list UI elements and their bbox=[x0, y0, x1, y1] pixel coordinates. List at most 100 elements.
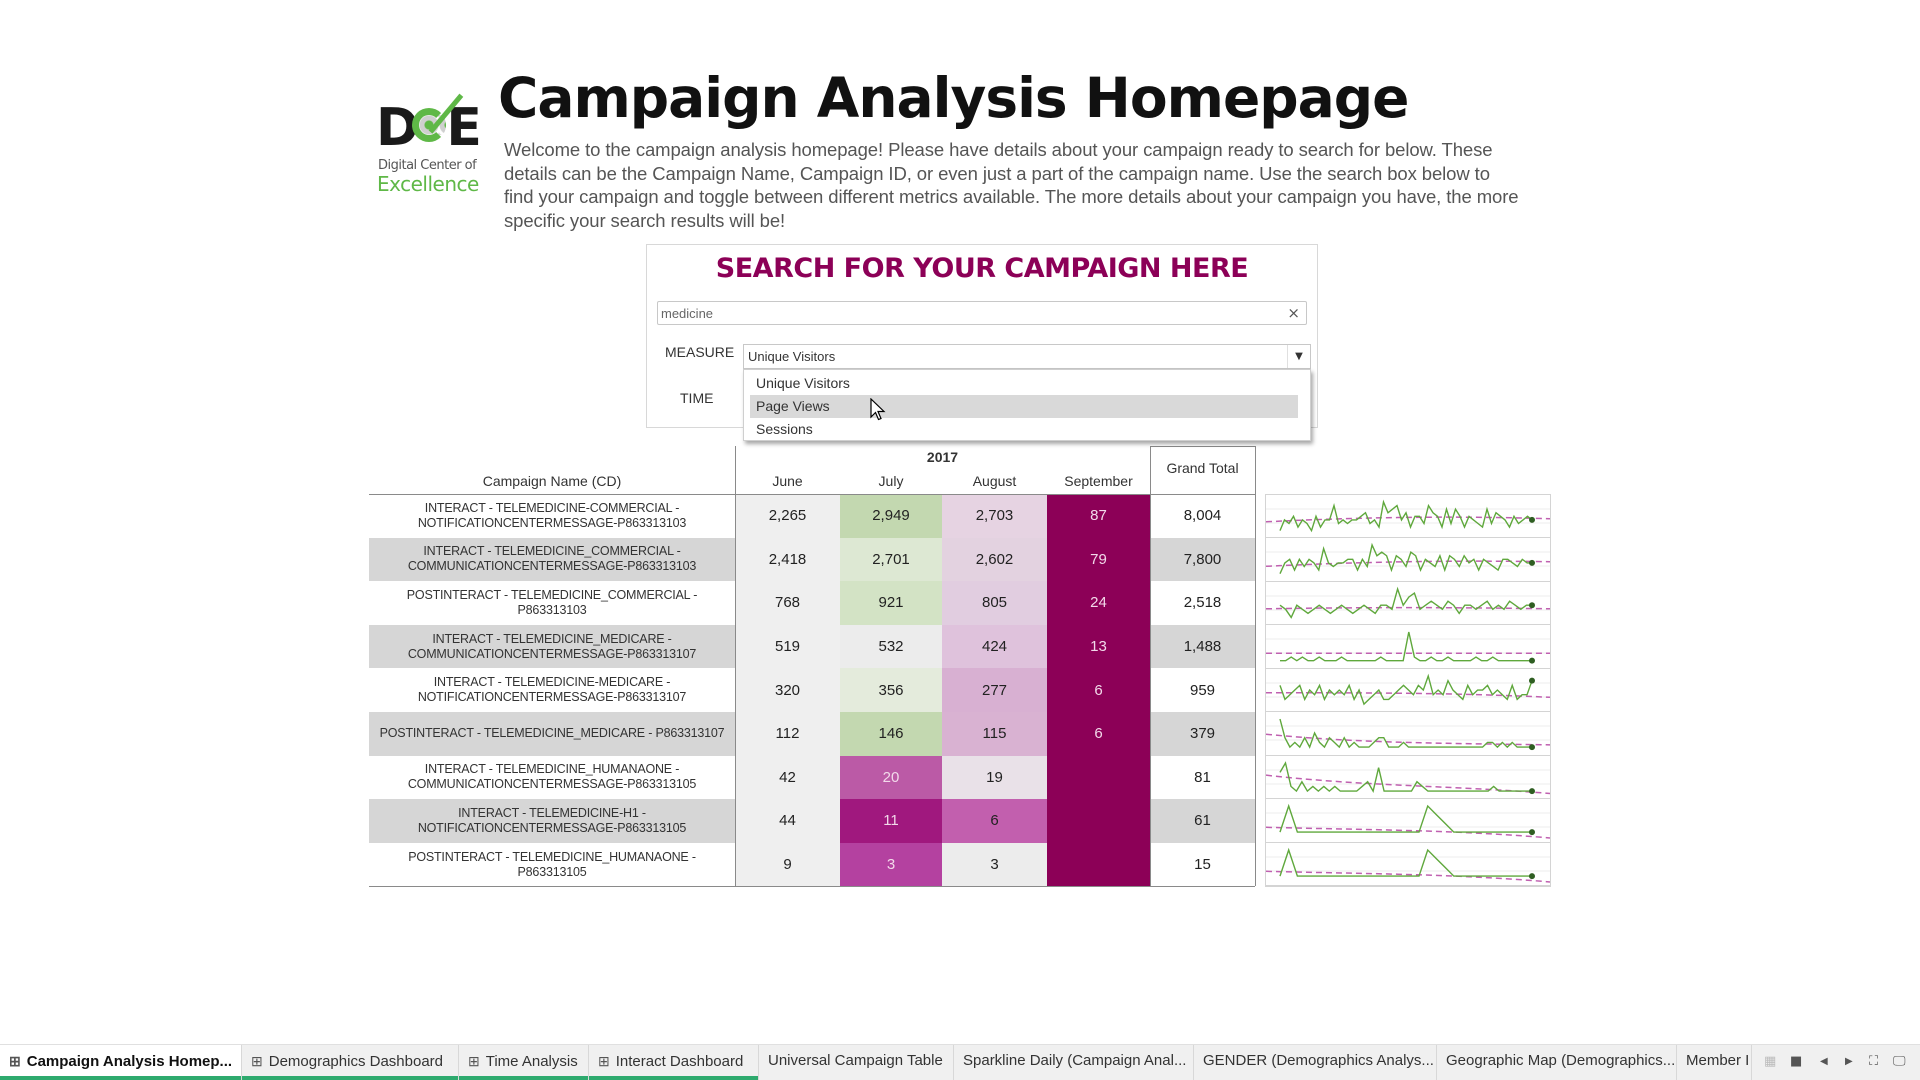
month-value-cell[interactable]: 112 bbox=[735, 712, 840, 756]
measure-dropdown[interactable]: Unique Visitors ▼ bbox=[743, 344, 1311, 369]
month-value-cell[interactable]: 519 bbox=[735, 624, 840, 669]
month-value-cell[interactable]: 356 bbox=[840, 668, 942, 712]
sparkline[interactable] bbox=[1266, 495, 1550, 539]
tab-member-i[interactable]: Member I bbox=[1677, 1045, 1752, 1080]
campaign-name-cell[interactable]: INTERACT - TELEMEDICINE_COMMERCIAL - COMM… bbox=[369, 538, 735, 582]
month-value-cell[interactable]: 11 bbox=[840, 799, 942, 843]
campaign-name-cell[interactable]: INTERACT - TELEMEDICINE_MEDICARE - COMMUN… bbox=[369, 625, 735, 669]
month-value-cell[interactable]: 2,418 bbox=[735, 537, 840, 582]
presentation-icon[interactable]: 🖵 bbox=[1893, 1054, 1906, 1069]
campaign-name-line: INTERACT - TELEMEDICINE_COMMERCIAL - bbox=[423, 544, 681, 559]
grand-total-cell[interactable]: 8,004 bbox=[1150, 494, 1255, 538]
grand-total-cell[interactable]: 7,800 bbox=[1150, 538, 1255, 582]
sparkline[interactable] bbox=[1266, 712, 1550, 756]
month-value-cell[interactable]: 115 bbox=[942, 712, 1047, 756]
logo-line-2: Excellence bbox=[377, 172, 479, 196]
thumbnail-view-icon[interactable]: ▦ bbox=[1764, 1054, 1776, 1069]
menu-item-unique-visitors[interactable]: Unique Visitors bbox=[750, 372, 1298, 395]
month-value-cell[interactable]: 768 bbox=[735, 581, 840, 625]
month-value-cell[interactable]: 805 bbox=[942, 581, 1047, 625]
month-value-cell[interactable]: 532 bbox=[840, 624, 942, 669]
menu-item-page-views[interactable]: Page Views bbox=[750, 395, 1298, 418]
sparkline[interactable] bbox=[1266, 843, 1550, 886]
month-header-august: August bbox=[972, 473, 1017, 489]
grand-total-cell[interactable]: 2,518 bbox=[1150, 581, 1255, 625]
month-value-cell[interactable]: 320 bbox=[735, 668, 840, 712]
sparkline[interactable] bbox=[1266, 625, 1550, 669]
month-value-cell[interactable]: 42 bbox=[735, 755, 840, 800]
month-value-cell[interactable]: 2,701 bbox=[840, 537, 942, 582]
page-title: Campaign Analysis Homepage bbox=[498, 66, 1409, 130]
chevron-down-icon[interactable]: ▼ bbox=[1287, 345, 1310, 368]
month-value-cell[interactable]: 19 bbox=[942, 755, 1047, 800]
sparkline-chart bbox=[1266, 760, 1550, 794]
campaign-name-cell[interactable]: INTERACT - TELEMEDICINE_HUMANAONE - COMMU… bbox=[369, 756, 735, 800]
sparkline[interactable] bbox=[1266, 799, 1550, 843]
month-value-cell[interactable]: 2,265 bbox=[735, 494, 840, 538]
month-value-cell[interactable]: 921 bbox=[840, 581, 942, 625]
month-value-cell[interactable]: 79 bbox=[1047, 537, 1150, 582]
campaign-name-line: NOTIFICATIONCENTERMESSAGE-P863313105 bbox=[417, 820, 687, 835]
campaign-name-cell[interactable]: POSTINTERACT - TELEMEDICINE_HUMANAONE -P… bbox=[369, 843, 735, 887]
grand-total-cell[interactable]: 959 bbox=[1150, 668, 1255, 712]
tab-universal-campaign-table[interactable]: Universal Campaign Table bbox=[759, 1045, 954, 1080]
month-value-cell[interactable]: 277 bbox=[942, 668, 1047, 712]
month-value-cell[interactable]: 3 bbox=[840, 842, 942, 887]
month-value-cell[interactable]: 24 bbox=[1047, 581, 1150, 625]
month-value-cell[interactable]: 6 bbox=[1047, 668, 1150, 712]
sparkline[interactable] bbox=[1266, 538, 1550, 582]
month-value-cell[interactable]: 2,703 bbox=[942, 494, 1047, 538]
sparkline-last-point bbox=[1529, 829, 1535, 836]
tab-gender-demographics-analys[interactable]: GENDER (Demographics Analys... bbox=[1194, 1045, 1437, 1080]
tab-label: Member I bbox=[1686, 1052, 1750, 1069]
tab-demographics-dashboard[interactable]: ⊞ Demographics Dashboard bbox=[242, 1045, 459, 1080]
month-value-cell[interactable]: 424 bbox=[942, 624, 1047, 669]
campaign-name-cell[interactable]: INTERACT - TELEMEDICINE-MEDICARE - NOTIFI… bbox=[369, 668, 735, 712]
grand-total-cell[interactable]: 379 bbox=[1150, 712, 1255, 756]
month-value-cell[interactable] bbox=[1047, 842, 1150, 887]
year-header: 2017 bbox=[926, 449, 959, 465]
month-value-cell[interactable]: 2,602 bbox=[942, 537, 1047, 582]
fullscreen-icon[interactable]: ⛶ bbox=[1869, 1054, 1878, 1069]
grand-total-cell[interactable]: 15 bbox=[1150, 843, 1255, 887]
tab-interact-dashboard[interactable]: ⊞ Interact Dashboard bbox=[589, 1045, 759, 1080]
clear-icon[interactable]: × bbox=[1287, 304, 1300, 322]
tab-view-icon[interactable]: ■ bbox=[1790, 1054, 1802, 1069]
month-value-cell[interactable]: 87 bbox=[1047, 494, 1150, 538]
month-value-cell[interactable]: 6 bbox=[942, 799, 1047, 843]
sparkline-last-point bbox=[1529, 560, 1535, 567]
header-divider bbox=[369, 494, 1255, 495]
month-value-cell[interactable]: 9 bbox=[735, 842, 840, 887]
sparkline[interactable] bbox=[1266, 669, 1550, 713]
sparkline[interactable] bbox=[1266, 756, 1550, 800]
campaign-name-cell[interactable]: INTERACT - TELEMEDICINE-H1 - NOTIFICATION… bbox=[369, 799, 735, 843]
month-value-cell[interactable]: 2,949 bbox=[840, 494, 942, 538]
scroll-left-icon[interactable]: ◀ bbox=[1820, 1056, 1828, 1067]
campaign-name-line: INTERACT - TELEMEDICINE-H1 - bbox=[458, 805, 646, 820]
month-value-cell[interactable] bbox=[1047, 755, 1150, 800]
month-header-july: July bbox=[878, 473, 904, 489]
month-value-cell[interactable]: 44 bbox=[735, 799, 840, 843]
sparkline[interactable] bbox=[1266, 582, 1550, 626]
sparkline-series-line bbox=[1279, 543, 1532, 575]
tab-campaign-analysis-homep[interactable]: ⊞ Campaign Analysis Homep... bbox=[0, 1045, 242, 1080]
campaign-name-cell[interactable]: POSTINTERACT - TELEMEDICINE_COMMERCIAL -… bbox=[369, 581, 735, 625]
grand-total-cell[interactable]: 81 bbox=[1150, 756, 1255, 800]
menu-item-sessions[interactable]: Sessions bbox=[750, 418, 1298, 441]
month-value-cell[interactable]: 13 bbox=[1047, 624, 1150, 669]
scroll-right-icon[interactable]: ▶ bbox=[1845, 1056, 1853, 1067]
grand-total-cell[interactable]: 1,488 bbox=[1150, 625, 1255, 669]
search-box[interactable]: × bbox=[657, 301, 1307, 325]
search-input[interactable] bbox=[661, 303, 1261, 323]
tab-geographic-map-demographics[interactable]: Geographic Map (Demographics... bbox=[1437, 1045, 1677, 1080]
month-value-cell[interactable] bbox=[1047, 799, 1150, 843]
tab-time-analysis[interactable]: ⊞ Time Analysis bbox=[459, 1045, 589, 1080]
month-value-cell[interactable]: 146 bbox=[840, 712, 942, 756]
campaign-name-cell[interactable]: POSTINTERACT - TELEMEDICINE_MEDICARE - P… bbox=[369, 712, 735, 756]
grand-total-cell[interactable]: 61 bbox=[1150, 799, 1255, 843]
month-value-cell[interactable]: 6 bbox=[1047, 712, 1150, 756]
campaign-name-cell[interactable]: INTERACT - TELEMEDICINE-COMMERCIAL - NOTI… bbox=[369, 494, 735, 538]
month-value-cell[interactable]: 20 bbox=[840, 755, 942, 800]
month-value-cell[interactable]: 3 bbox=[942, 842, 1047, 887]
tab-sparkline-daily-campaign-anal[interactable]: Sparkline Daily (Campaign Anal... bbox=[954, 1045, 1194, 1080]
